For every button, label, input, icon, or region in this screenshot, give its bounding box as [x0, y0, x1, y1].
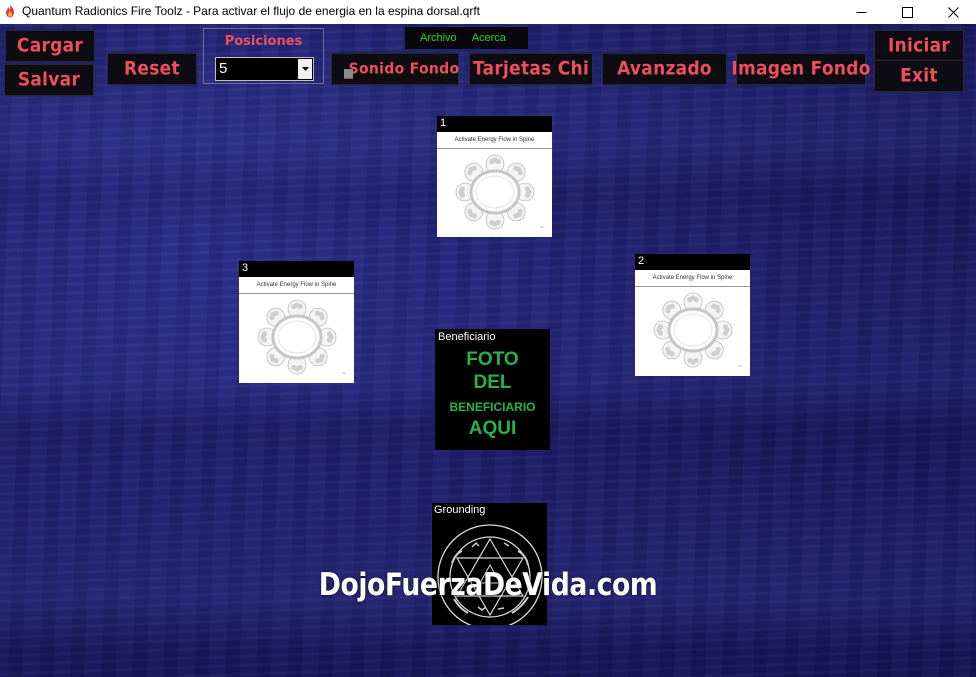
divider	[437, 148, 552, 149]
card-number: 3	[242, 262, 249, 274]
card-header: 1	[437, 116, 552, 132]
close-button[interactable]	[930, 0, 976, 24]
posiciones-select[interactable]: 5	[215, 57, 314, 81]
minimize-button[interactable]	[838, 0, 884, 24]
salvar-button[interactable]: Salvar	[4, 63, 94, 97]
tarjetas-chi-button[interactable]: Tarjetas Chi	[469, 52, 593, 86]
mandala-icon	[653, 292, 733, 368]
watermark: DojoFuerzaDeVida.com	[318, 567, 658, 603]
reset-button[interactable]: Reset	[107, 52, 197, 86]
posiciones-value: 5	[219, 60, 228, 77]
maximize-button[interactable]	[884, 0, 930, 24]
maximize-icon	[901, 6, 913, 18]
menu-archivo[interactable]: Archivo	[405, 32, 457, 44]
position-card-2[interactable]: 2 Activate Energy Flow in Spine ~	[635, 254, 750, 376]
signature-mark: ~	[341, 371, 346, 377]
card-number: 1	[440, 117, 447, 129]
sonido-fondo-checkbox[interactable]	[344, 69, 353, 79]
divider	[239, 293, 354, 294]
mandala-icon	[257, 299, 337, 375]
dropdown-arrow[interactable]	[298, 59, 312, 79]
card-subtitle: Activate Energy Flow in Spine	[256, 282, 337, 288]
position-card-3[interactable]: 3 Activate Energy Flow in Spine ~	[239, 261, 354, 383]
beneficiary-line-4: AQUI	[468, 418, 517, 439]
card-number: 2	[638, 255, 645, 267]
minimize-icon	[856, 11, 866, 13]
card-header: 2	[635, 254, 750, 270]
signature-mark: ~	[737, 364, 742, 370]
menu-acerca[interactable]: Acerca	[457, 32, 506, 44]
avanzado-button[interactable]: Avanzado	[602, 52, 727, 86]
signature-mark: ~	[539, 225, 544, 231]
card-header: 3	[239, 261, 354, 277]
window-title: Quantum Radionics Fire Toolz - Para acti…	[22, 4, 481, 18]
imagen-fondo-button[interactable]: Imagen Fondo	[731, 52, 870, 86]
seal-icon	[437, 524, 543, 625]
sonido-fondo-label: Sonido Fondo	[348, 60, 460, 78]
fire-icon	[6, 4, 14, 18]
menu-bar: Archivo Acerca	[405, 27, 528, 49]
workspace: Archivo Acerca Cargar Salvar Reset Posic…	[0, 24, 976, 677]
beneficiary-card[interactable]: Beneficiario FOTO DEL BENEFICIARIO AQUI	[435, 329, 550, 450]
beneficiary-line-1: FOTO	[466, 349, 519, 370]
divider	[635, 286, 750, 287]
grounding-card[interactable]: Grounding	[432, 503, 547, 625]
iniciar-button[interactable]: Iniciar	[874, 29, 964, 63]
mandala-icon	[455, 154, 535, 230]
exit-button[interactable]: Exit	[874, 59, 964, 93]
beneficiary-header: Beneficiario	[438, 331, 496, 343]
cargar-button[interactable]: Cargar	[5, 29, 95, 63]
beneficiary-line-3: BENEFICIARIO	[449, 400, 536, 414]
position-card-1[interactable]: 1 Activate Energy Flow in Spine ~	[437, 116, 552, 237]
beneficiary-line-2: DEL	[473, 372, 512, 393]
sonido-fondo-button[interactable]: Sonido Fondo	[331, 52, 460, 86]
posiciones-label: Posiciones	[224, 34, 303, 49]
card-subtitle: Activate Energy Flow in Spine	[652, 275, 733, 281]
window-titlebar: Quantum Radionics Fire Toolz - Para acti…	[0, 0, 976, 24]
chevron-down-icon	[301, 67, 309, 71]
card-subtitle: Activate Energy Flow in Spine	[454, 137, 535, 143]
close-icon	[947, 6, 959, 18]
posiciones-group: Posiciones 5	[203, 28, 324, 84]
